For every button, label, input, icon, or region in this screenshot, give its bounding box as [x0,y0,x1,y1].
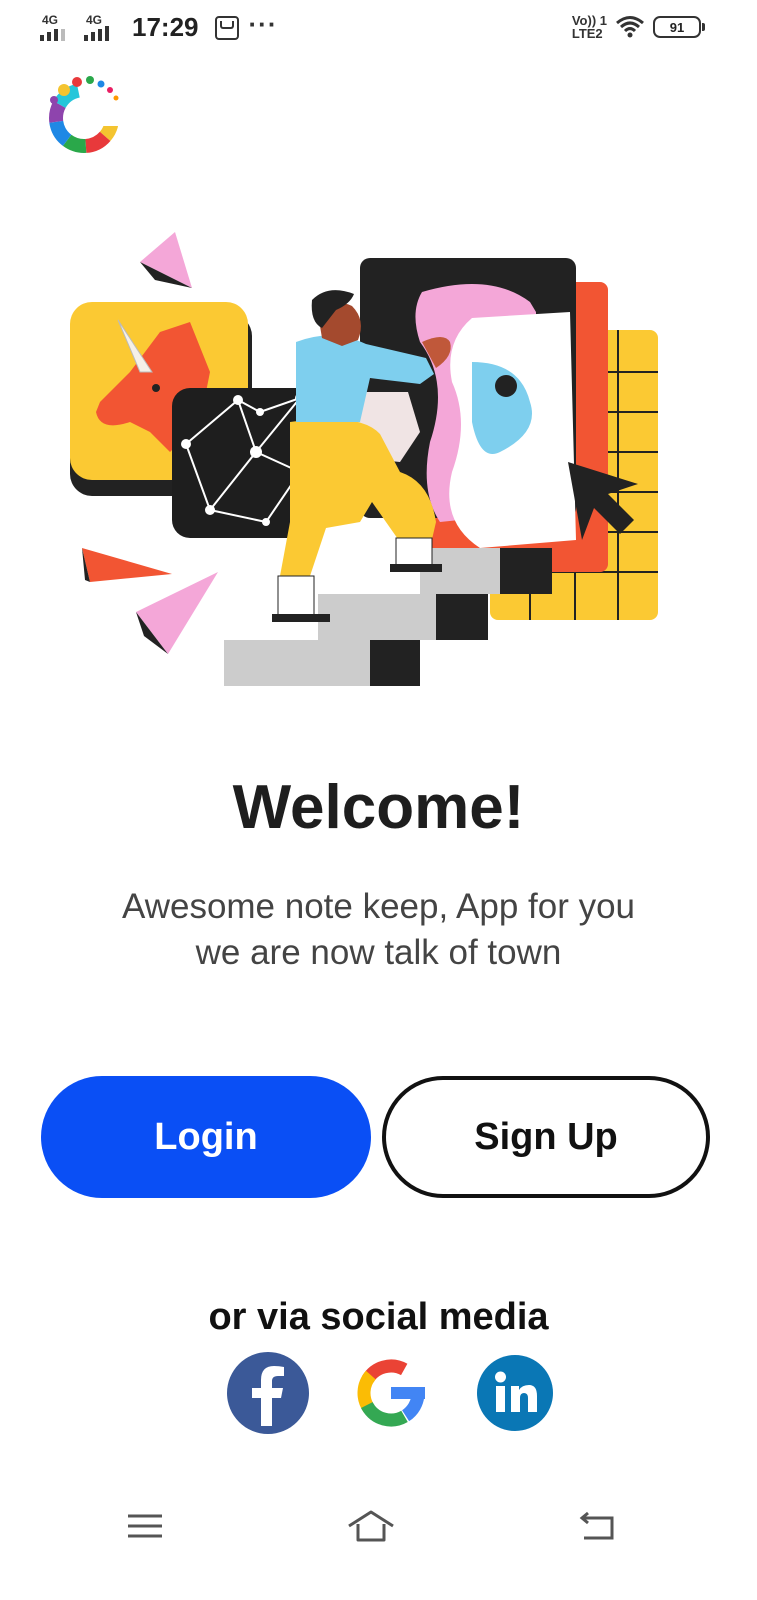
status-right: Vo)) 1 LTE2 91 [572,14,705,40]
home-icon[interactable] [346,1504,396,1548]
volte-line-2: LTE2 [571,26,603,41]
status-bar: 4G 4G 17:29 ··· Vo)) 1 LTE2 91 [0,0,757,60]
network-type-2: 4G [86,12,103,27]
clock: 17:29 [132,12,199,42]
social-media-label: or via social media [208,1296,549,1338]
subtitle-line-2: we are now talk of town [195,933,562,972]
welcome-title: Welcome! [232,773,525,842]
overflow-indicator: ··· [248,9,278,39]
signal-icon: 4G [84,13,118,43]
subtitle-line-1: Awesome note keep, App for you [121,887,636,926]
signal-icon: 4G [40,13,74,43]
google-icon[interactable] [350,1352,432,1434]
app-logo-icon [49,76,124,153]
facebook-icon[interactable] [227,1352,309,1434]
system-nav-bar [0,1490,757,1570]
login-button[interactable]: Login [41,1076,371,1198]
linkedin-icon[interactable] [474,1352,556,1434]
status-left: 4G 4G 17:29 ··· [40,9,278,43]
woman-climbing-stairs-illustration [70,232,658,686]
message-icon [214,15,239,40]
battery-icon: 91 [653,16,705,38]
signup-button[interactable]: Sign Up [382,1076,710,1198]
network-type-1: 4G [42,12,59,27]
welcome-subtitle: Awesome note keep, App for you we are no… [90,884,667,976]
menu-icon[interactable] [120,1504,170,1548]
battery-level: 91 [669,19,685,35]
volte-indicator: Vo)) 1 LTE2 [572,14,607,40]
back-icon[interactable] [572,1504,622,1548]
wifi-icon [616,16,644,38]
